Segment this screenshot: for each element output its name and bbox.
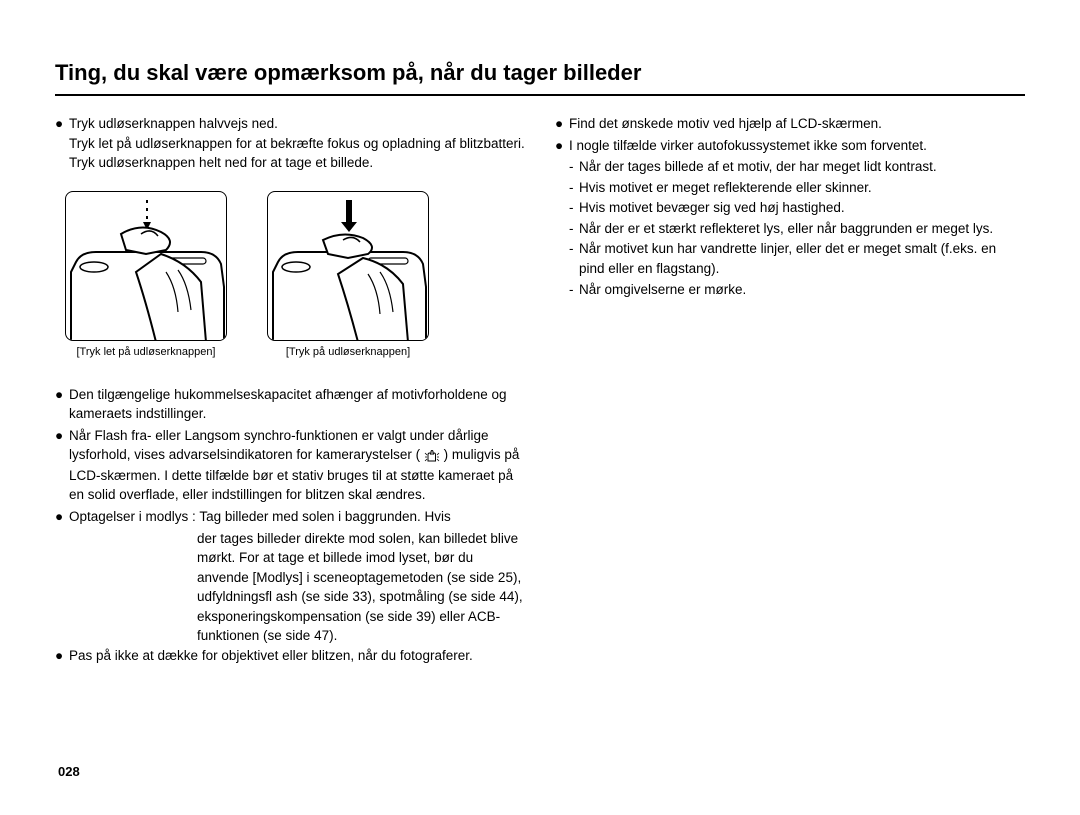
left-column: ● Tryk udløserknappen halvvejs ned. Tryk…	[55, 114, 525, 668]
bullet-backlight: ● Optagelser i modlys : Tag billeder med…	[55, 507, 525, 527]
bullet-memory: ● Den tilgængelige hukommelseskapacitet …	[55, 385, 525, 424]
figures-row: [Tryk let på udløserknappen]	[65, 191, 525, 361]
shake-icon	[424, 446, 440, 466]
b4-lead: Optagelser i modlys :	[69, 509, 196, 524]
bullet-find-subject: ● Find det ønskede motiv ved hjælp af LC…	[555, 114, 1025, 134]
b2-text: Den tilgængelige hukommelseskapacitet af…	[69, 385, 525, 424]
b5-text: Pas på ikke at dække for objektivet elle…	[69, 646, 525, 666]
b1-body: Tryk let på udløserknappen for at bekræf…	[69, 136, 525, 171]
figure-full-press: [Tryk på udløserknappen]	[267, 191, 429, 361]
page-title: Ting, du skal være opmærksom på, når du …	[55, 60, 1025, 96]
bullet-cover-lens: ● Pas på ikke at dække for objektivet el…	[55, 646, 525, 666]
content-columns: ● Tryk udløserknappen halvvejs ned. Tryk…	[55, 114, 1025, 668]
figure-half-press-image	[65, 191, 227, 341]
b4-body1: Tag billeder med solen i baggrunden. Hvi…	[199, 509, 450, 524]
figure-half-press: [Tryk let på udløserknappen]	[65, 191, 227, 361]
b4-continuation: der tages billeder direkte mod solen, ka…	[55, 529, 525, 646]
right-column: ● Find det ønskede motiv ved hjælp af LC…	[555, 114, 1025, 668]
dash-low-contrast: - Når der tages billede af et motiv, der…	[569, 157, 1025, 177]
dash-bright-bg: - Når der er et stærkt reflekteret lys, …	[569, 219, 1025, 239]
r-b1: Find det ønskede motiv ved hjælp af LCD-…	[569, 114, 1025, 134]
dash-fast-moving: - Hvis motivet bevæger sig ved høj hasti…	[569, 198, 1025, 218]
dash-horizontal-lines: - Når motivet kun har vandrette linjer, …	[569, 239, 1025, 278]
dash-reflective: - Hvis motivet er meget reflekterende el…	[569, 178, 1025, 198]
bullet-shake-warning: ● Når Flash fra- eller Langsom synchro-f…	[55, 426, 525, 505]
figure-full-press-caption: [Tryk på udløserknappen]	[286, 345, 410, 361]
r-b2: I nogle tilfælde virker autofokussysteme…	[569, 136, 1025, 156]
page-number: 028	[58, 764, 80, 779]
figure-half-press-caption: [Tryk let på udløserknappen]	[77, 345, 216, 361]
b1-lead: Tryk udløserknappen halvvejs ned.	[69, 116, 278, 131]
dash-dark: - Når omgivelserne er mørke.	[569, 280, 1025, 300]
bullet-shutter-halfway: ● Tryk udløserknappen halvvejs ned. Tryk…	[55, 114, 525, 173]
af-sublist: - Når der tages billede af et motiv, der…	[555, 157, 1025, 299]
bullet-af-cases: ● I nogle tilfælde virker autofokussyste…	[555, 136, 1025, 156]
figure-full-press-image	[267, 191, 429, 341]
